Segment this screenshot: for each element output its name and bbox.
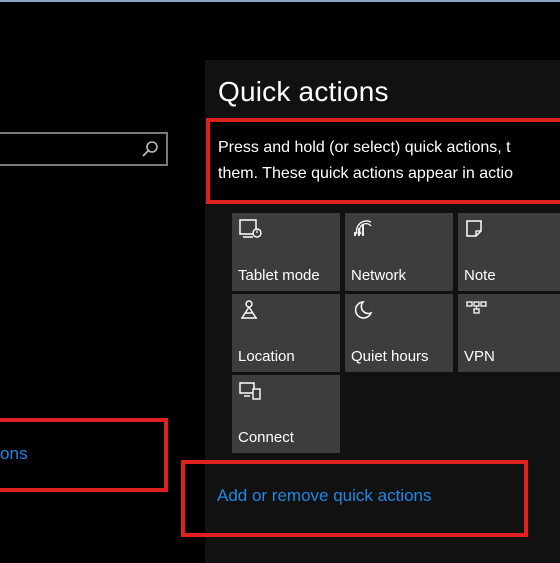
- add-remove-quick-actions-link[interactable]: Add or remove quick actions: [217, 486, 432, 506]
- tile-label: Network: [351, 267, 407, 284]
- search-icon[interactable]: [140, 139, 160, 159]
- quiet-hours-icon: [354, 301, 373, 319]
- tile-tablet-mode[interactable]: Tablet mode: [232, 213, 340, 291]
- tile-label: Note: [464, 267, 496, 284]
- tablet-mode-icon: [239, 219, 262, 238]
- note-icon: [466, 220, 482, 237]
- network-icon: [354, 220, 372, 236]
- tile-label: Quiet hours: [351, 348, 429, 365]
- description-line-1: Press and hold (or select) quick actions…: [218, 139, 511, 156]
- tile-connect[interactable]: Connect: [232, 375, 340, 453]
- tile-network[interactable]: Network: [345, 213, 453, 291]
- page-title: Quick actions: [218, 76, 389, 107]
- tile-label: Connect: [238, 429, 294, 446]
- tile-label: Location: [238, 348, 295, 365]
- tile-label: Tablet mode: [238, 267, 320, 284]
- location-icon: [241, 300, 257, 319]
- tile-vpn[interactable]: VPN: [458, 294, 560, 372]
- description-text: Press and hold (or select) quick actions…: [218, 135, 560, 187]
- description-line-2: them. These quick actions appear in acti…: [218, 165, 513, 182]
- connect-icon: [239, 382, 261, 400]
- tile-quiet-hours[interactable]: Quiet hours: [345, 294, 453, 372]
- window-top-border: [0, 0, 560, 2]
- tile-note[interactable]: Note: [458, 213, 560, 291]
- search-input[interactable]: [0, 132, 168, 166]
- vpn-icon: [466, 301, 487, 314]
- tile-label: VPN: [464, 348, 495, 365]
- sidebar-link-quick-actions[interactable]: ons: [0, 444, 28, 464]
- tile-location[interactable]: Location: [232, 294, 340, 372]
